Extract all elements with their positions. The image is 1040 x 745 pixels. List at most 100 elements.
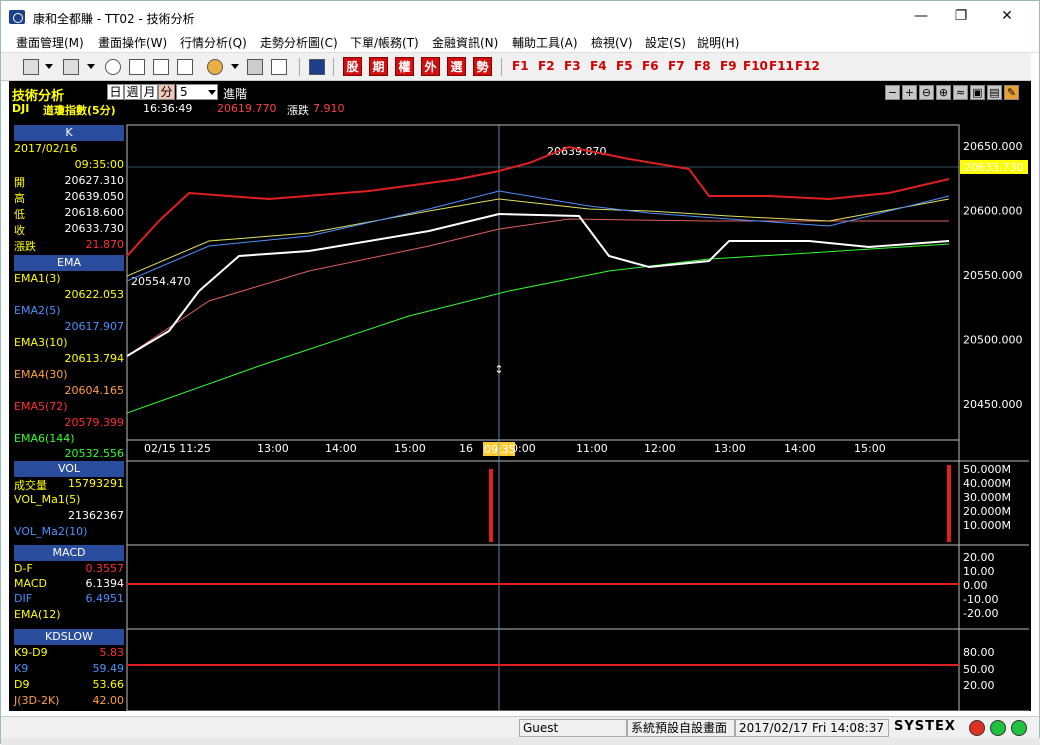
window-icon[interactable]: [271, 59, 287, 75]
price-tick-label: 20650.000: [963, 140, 1023, 153]
close-window-icon[interactable]: [129, 59, 145, 75]
search-icon[interactable]: [105, 59, 121, 75]
menu-tools[interactable]: 輔助工具(A): [512, 34, 578, 51]
split-vertical-icon[interactable]: [177, 59, 193, 75]
dif-value: 6.4951: [85, 592, 125, 605]
f6-button[interactable]: F6: [642, 59, 659, 73]
close-label: 收: [14, 224, 25, 237]
ema6-line: [126, 243, 950, 414]
link-icon[interactable]: [247, 59, 263, 75]
chevron-down-icon[interactable]: [87, 64, 95, 69]
foreign-button[interactable]: 外: [421, 57, 440, 76]
futures-button[interactable]: 期: [369, 57, 388, 76]
advanced-link[interactable]: 進階: [223, 85, 247, 102]
menu-view[interactable]: 檢視(V): [591, 34, 633, 51]
k-section-header: K: [14, 125, 124, 141]
app-logo-icon: [9, 10, 25, 24]
k-date: 2017/02/16: [14, 142, 124, 158]
server-light-icon[interactable]: [1011, 720, 1027, 736]
macd-tick-label: -10.00: [963, 593, 998, 606]
macd-tick-label: -20.00: [963, 607, 998, 620]
ema1-label: EMA1(3): [14, 272, 61, 285]
ema-section-header: EMA: [14, 255, 124, 271]
quote-change: 7.910: [313, 102, 345, 115]
trend-button[interactable]: 勢: [473, 57, 492, 76]
ema5-line: [126, 218, 949, 357]
period-month-button[interactable]: 月: [141, 84, 158, 100]
chart-canvas[interactable]: 20650.000 20600.000 20550.000 20500.000 2045…: [9, 81, 1031, 711]
menu-screen-operation[interactable]: 畫面操作(W): [98, 34, 167, 51]
crosshair-cursor-icon: ↕: [494, 363, 503, 376]
f3-button[interactable]: F3: [564, 59, 581, 73]
zoom-out-icon[interactable]: −: [885, 85, 900, 100]
period-week-button[interactable]: 週: [124, 84, 141, 100]
options-button[interactable]: 權: [395, 57, 414, 76]
open-value: 20627.310: [64, 174, 125, 187]
low-value: 20618.600: [64, 206, 125, 219]
stock-button[interactable]: 股: [343, 57, 362, 76]
menu-quote-analysis[interactable]: 行情分析(Q): [180, 34, 247, 51]
menu-trend-chart[interactable]: 走勢分析圖(C): [260, 34, 338, 51]
status-user: Guest: [519, 719, 627, 737]
f1-button[interactable]: F1: [512, 59, 529, 73]
magnify-plus-icon[interactable]: ⊕: [936, 85, 951, 100]
minimize-button[interactable]: —: [901, 5, 941, 27]
settings-icon[interactable]: ✎: [1004, 85, 1019, 100]
chevron-down-icon[interactable]: [208, 90, 216, 95]
chevron-down-icon[interactable]: [231, 64, 239, 69]
time-tick-label: 13:00: [714, 442, 746, 455]
change-label: 漲跌: [14, 240, 36, 253]
k9-value: 59.49: [92, 662, 125, 675]
macd-tick-label: 0.00: [963, 579, 988, 592]
ohlc-row-low: 低 20618.600: [14, 206, 124, 222]
f9-button[interactable]: F9: [720, 59, 737, 73]
save-icon[interactable]: ▣: [970, 85, 985, 100]
brand-icon[interactable]: [309, 59, 325, 75]
connection-light-icon[interactable]: [990, 720, 1006, 736]
layout-icon[interactable]: [23, 59, 39, 75]
menu-screen-management[interactable]: 畫面管理(M): [16, 34, 84, 51]
menu-settings[interactable]: 設定(S): [645, 34, 686, 51]
coin-icon[interactable]: [207, 59, 223, 75]
low-label: 低: [14, 208, 25, 221]
vol-ma2-label: VOL_Ma2(10): [14, 525, 88, 538]
ema1-value: 20622.053: [64, 288, 125, 301]
split-horizontal-icon[interactable]: [153, 59, 169, 75]
period-day-button[interactable]: 日: [107, 84, 124, 100]
period-minute-button[interactable]: 分: [158, 84, 175, 100]
close-button[interactable]: ✕: [987, 5, 1027, 27]
time-tick-label: 13:00: [257, 442, 289, 455]
vol-label: 成交量: [14, 479, 47, 492]
menu-help[interactable]: 說明(H): [697, 34, 739, 51]
kd-tick-label: 80.00: [963, 646, 995, 659]
print-icon[interactable]: ▤: [987, 85, 1002, 100]
screen-icon[interactable]: [63, 59, 79, 75]
volume-pane-frame: [126, 460, 960, 546]
kd-section-header: KDSLOW: [14, 629, 124, 645]
zoom-in-icon[interactable]: +: [902, 85, 917, 100]
select-button[interactable]: 選: [447, 57, 466, 76]
f10-button[interactable]: F10: [743, 59, 768, 73]
f8-button[interactable]: F8: [694, 59, 711, 73]
f7-button[interactable]: F7: [668, 59, 685, 73]
f2-button[interactable]: F2: [538, 59, 555, 73]
ema3-line: [126, 198, 950, 277]
menu-financial-info[interactable]: 金融資訊(N): [432, 34, 498, 51]
f12-button[interactable]: F12: [795, 59, 820, 73]
magnify-minus-icon[interactable]: ⊖: [919, 85, 934, 100]
symbol-code: DJI: [12, 102, 30, 115]
f11-button[interactable]: F11: [769, 59, 794, 73]
ema3-label: EMA3(10): [14, 336, 68, 349]
price-tick-label: 20600.000: [963, 205, 1023, 218]
menu-order-account[interactable]: 下單/帳務(T): [350, 34, 419, 51]
alert-light-icon[interactable]: [969, 720, 985, 736]
f5-button[interactable]: F5: [616, 59, 633, 73]
f4-button[interactable]: F4: [590, 59, 607, 73]
chart-type-icon[interactable]: ≈: [953, 85, 968, 100]
maximize-button[interactable]: ❐: [941, 5, 981, 27]
chevron-down-icon[interactable]: [45, 64, 53, 69]
macd-tick-label: 10.00: [963, 565, 995, 578]
macd-value: 6.1394: [85, 577, 125, 590]
panel-header: 技術分析 日 週 月 分 5 進階 − + ⊖ ⊕ ≈ ▣ ▤ ✎ DJI 道瓊…: [9, 81, 1031, 125]
ohlc-row-change: 漲跌 21.870: [14, 238, 124, 254]
